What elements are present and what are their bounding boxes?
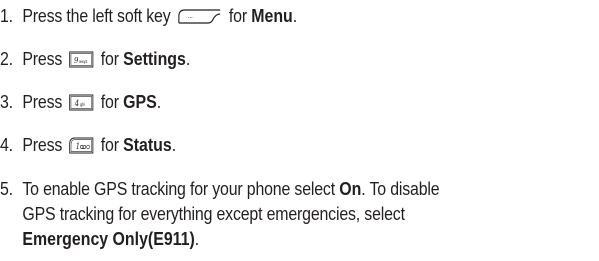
emergency-only-label: Emergency Only(E911) [22,228,195,249]
step-5: 5. To enable GPS tracking for your phone … [0,176,440,251]
step-text: Press [22,48,63,69]
svg-text:···: ··· [188,14,193,23]
settings-label: Settings [123,48,186,69]
step-2: 2. Press 9 wxyz for Settings. [0,46,190,71]
svg-text:wxyz: wxyz [79,60,87,64]
step-end: . [194,228,200,249]
step-text: for [100,134,119,155]
key-1-voicemail-icon: 1 [69,137,94,154]
step-4: 4. Press 1 for Status. [0,132,176,157]
svg-text:9: 9 [74,55,79,65]
step-number: 4. [0,134,13,155]
step-end: . [185,48,191,69]
step-text: Press [22,91,63,112]
step-text-line-2: GPS tracking for everything except emerg… [22,203,405,224]
step-3: 3. Press 4 ghi for GPS. [0,89,161,114]
step-text: for [100,48,119,69]
key-4-ghi-icon: 4 ghi [69,94,94,111]
step-number: 2. [0,48,13,69]
instruction-list: 1. Press the left soft key ··· for Menu . … [0,0,599,261]
step-text: . To disable [361,178,440,199]
step-1: 1. Press the left soft key ··· for Menu. [0,3,297,28]
svg-text:1: 1 [76,141,80,151]
step-text-line-3: Emergency Only(E911). [0,226,439,251]
key-9-wxyz-icon: 9 wxyz [69,51,94,68]
step-text: for [100,91,119,112]
step-number: 3. [0,91,13,112]
step-text: for [228,5,247,26]
step-text: To enable GPS tracking for your phone se… [22,178,335,199]
step-text: Press the left soft key [22,5,171,26]
menu-label: Menu [251,5,293,26]
step-end: . [156,91,161,112]
step-number: 5. [0,178,13,199]
step-end: . [292,5,298,26]
gps-label: GPS [123,91,157,112]
status-label: Status [123,134,172,155]
on-label: On [339,178,362,199]
left-soft-key-icon: ··· [177,8,222,25]
svg-text:4: 4 [74,98,80,108]
step-end: . [171,134,177,155]
svg-text:ghi: ghi [80,103,85,107]
step-number: 1. [0,5,13,26]
step-text: Press [22,134,63,155]
